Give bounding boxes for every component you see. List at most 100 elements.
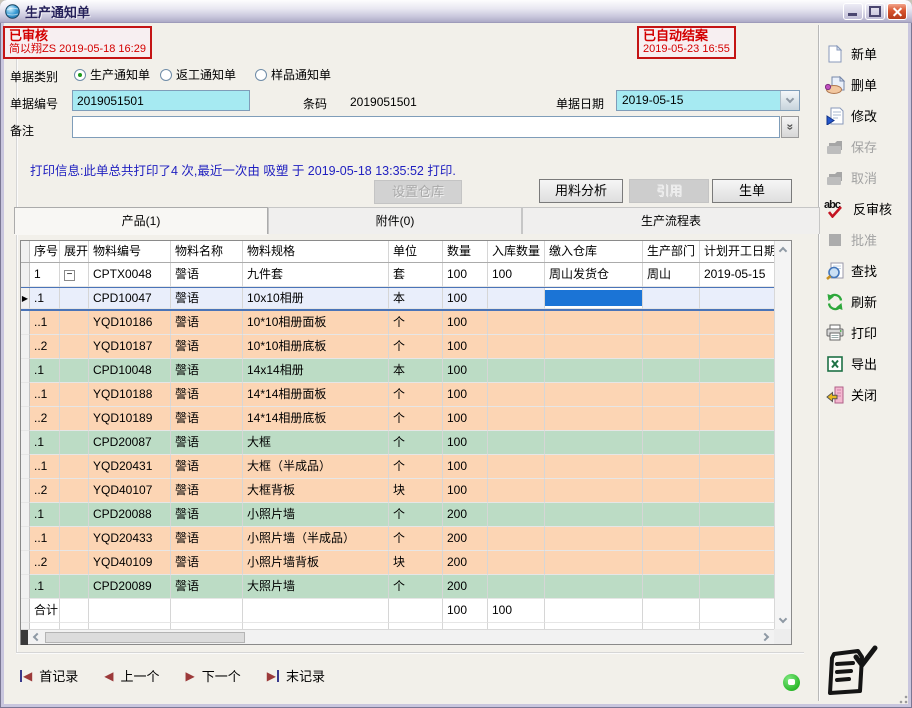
cell-dept[interactable] bbox=[643, 575, 700, 599]
nav-last-button[interactable]: ▶末记录 bbox=[267, 666, 325, 685]
cell-exp[interactable] bbox=[60, 599, 89, 623]
vertical-scrollbar[interactable] bbox=[774, 241, 791, 629]
cell-code[interactable]: YQD40109 bbox=[89, 551, 171, 575]
cell-date[interactable] bbox=[700, 551, 774, 575]
doc-date-combo[interactable]: 2019-05-15 bbox=[616, 90, 800, 111]
cell-inqty[interactable] bbox=[488, 431, 545, 455]
cell-unit[interactable]: 套 bbox=[389, 263, 443, 287]
cell-dept[interactable] bbox=[643, 503, 700, 527]
cell-date[interactable] bbox=[700, 431, 774, 455]
cell-code[interactable]: CPD20087 bbox=[89, 431, 171, 455]
cell-dept[interactable] bbox=[643, 455, 700, 479]
cell-wh[interactable] bbox=[545, 311, 643, 335]
cell-seq[interactable]: ..1 bbox=[30, 383, 60, 407]
cell-code[interactable]: CPD10048 bbox=[89, 359, 171, 383]
cell-spec[interactable]: 小照片墙（半成品） bbox=[243, 527, 389, 551]
sidebar-unaudit-button[interactable]: abc反审核 bbox=[824, 193, 908, 224]
cell-seq[interactable]: .1 bbox=[30, 431, 60, 455]
cell-wh[interactable] bbox=[545, 503, 643, 527]
cell-qty[interactable]: 100 bbox=[443, 455, 488, 479]
cell-qty[interactable]: 100 bbox=[443, 359, 488, 383]
cell-name[interactable]: 謦语 bbox=[171, 311, 243, 335]
cell-seq[interactable]: ..1 bbox=[30, 311, 60, 335]
scroll-right-icon[interactable] bbox=[758, 630, 774, 645]
cell-exp[interactable] bbox=[60, 575, 89, 599]
table-row[interactable]: ..2YQD40107謦语大框背板块100 bbox=[21, 479, 774, 503]
table-row[interactable]: .1CPD20088謦语小照片墙个200 bbox=[21, 503, 774, 527]
cell-name[interactable]: 謦语 bbox=[171, 527, 243, 551]
cell-spec[interactable]: 14*14相册面板 bbox=[243, 383, 389, 407]
cell-unit[interactable]: 个 bbox=[389, 527, 443, 551]
cell-date[interactable] bbox=[700, 407, 774, 431]
scroll-up-icon[interactable] bbox=[775, 241, 791, 258]
cell-inqty[interactable] bbox=[488, 551, 545, 575]
cell-unit[interactable]: 个 bbox=[389, 503, 443, 527]
cell-code[interactable]: CPD10047 bbox=[89, 288, 171, 309]
cell-spec[interactable]: 14x14相册 bbox=[243, 359, 389, 383]
cell-name[interactable]: 謦语 bbox=[171, 383, 243, 407]
cell-seq[interactable]: ..2 bbox=[30, 335, 60, 359]
cell-qty[interactable]: 100 bbox=[443, 311, 488, 335]
table-row[interactable]: ..1YQD20433謦语小照片墙（半成品）个200 bbox=[21, 527, 774, 551]
cell-dept[interactable] bbox=[643, 311, 700, 335]
cell-name[interactable]: 謦语 bbox=[171, 431, 243, 455]
cell-qty[interactable]: 100 bbox=[443, 335, 488, 359]
cell-qty[interactable]: 100 bbox=[443, 431, 488, 455]
table-row[interactable]: ..1YQD20431謦语大框（半成品）个100 bbox=[21, 455, 774, 479]
column-header[interactable]: 入库数量 bbox=[488, 241, 545, 263]
cell-spec[interactable]: 大框（半成品） bbox=[243, 455, 389, 479]
cell-dept[interactable] bbox=[643, 527, 700, 551]
material-analysis-button[interactable]: 用料分析 bbox=[539, 179, 623, 203]
column-header[interactable]: 缴入仓库 bbox=[545, 241, 643, 263]
collapse-icon[interactable]: − bbox=[64, 270, 75, 281]
cell-qty[interactable]: 200 bbox=[443, 503, 488, 527]
cell-exp[interactable] bbox=[60, 407, 89, 431]
cell-unit[interactable]: 个 bbox=[389, 455, 443, 479]
cell-unit[interactable] bbox=[389, 599, 443, 623]
cell-code[interactable]: YQD10188 bbox=[89, 383, 171, 407]
cell-unit[interactable]: 个 bbox=[389, 407, 443, 431]
cell-dept[interactable] bbox=[643, 359, 700, 383]
cell-seq[interactable]: 合计 bbox=[30, 599, 60, 623]
cell-spec[interactable]: 10x10相册 bbox=[243, 288, 389, 309]
cell-dept[interactable] bbox=[643, 599, 700, 623]
cell-inqty[interactable] bbox=[488, 311, 545, 335]
cell-date[interactable] bbox=[700, 455, 774, 479]
table-row[interactable]: ..2YQD10189謦语14*14相册底板个100 bbox=[21, 407, 774, 431]
cell-exp[interactable] bbox=[60, 311, 89, 335]
table-row[interactable]: 合计 100100 bbox=[21, 599, 774, 623]
cell-qty[interactable]: 100 bbox=[443, 383, 488, 407]
cell-name[interactable] bbox=[171, 599, 243, 623]
maximize-button[interactable] bbox=[865, 3, 885, 20]
table-row[interactable]: ..1YQD10188謦语14*14相册面板个100 bbox=[21, 383, 774, 407]
cell-inqty[interactable]: 100 bbox=[488, 599, 545, 623]
cell-spec[interactable]: 大照片墙 bbox=[243, 575, 389, 599]
cell-dept[interactable] bbox=[643, 335, 700, 359]
cell-inqty[interactable] bbox=[488, 288, 545, 309]
cell-date[interactable] bbox=[700, 288, 774, 309]
column-header[interactable]: 数量 bbox=[443, 241, 488, 263]
cell-exp[interactable] bbox=[60, 383, 89, 407]
generate-order-button[interactable]: 生单 bbox=[712, 179, 792, 203]
cell-dept[interactable] bbox=[643, 551, 700, 575]
cell-dept[interactable] bbox=[643, 407, 700, 431]
cell-exp[interactable] bbox=[60, 503, 89, 527]
cell-spec[interactable]: 10*10相册面板 bbox=[243, 311, 389, 335]
cell-name[interactable]: 謦语 bbox=[171, 479, 243, 503]
cell-spec[interactable]: 九件套 bbox=[243, 263, 389, 287]
column-header[interactable]: 物料编号 bbox=[89, 241, 171, 263]
cell-unit[interactable]: 个 bbox=[389, 431, 443, 455]
cell-spec[interactable]: 大框背板 bbox=[243, 479, 389, 503]
cell-dept[interactable] bbox=[643, 383, 700, 407]
cell-qty[interactable]: 100 bbox=[443, 288, 488, 309]
cell-code[interactable] bbox=[89, 599, 171, 623]
table-row[interactable]: ..2YQD10187謦语10*10相册底板个100 bbox=[21, 335, 774, 359]
cell-wh[interactable] bbox=[545, 359, 643, 383]
cell-wh[interactable] bbox=[545, 383, 643, 407]
cell-seq[interactable]: ..1 bbox=[30, 455, 60, 479]
cell-qty[interactable]: 100 bbox=[443, 599, 488, 623]
scroll-left-icon[interactable] bbox=[28, 630, 44, 645]
horizontal-scrollbar[interactable] bbox=[21, 629, 774, 644]
column-header[interactable]: 物料名称 bbox=[171, 241, 243, 263]
column-header[interactable]: 生产部门 bbox=[643, 241, 700, 263]
